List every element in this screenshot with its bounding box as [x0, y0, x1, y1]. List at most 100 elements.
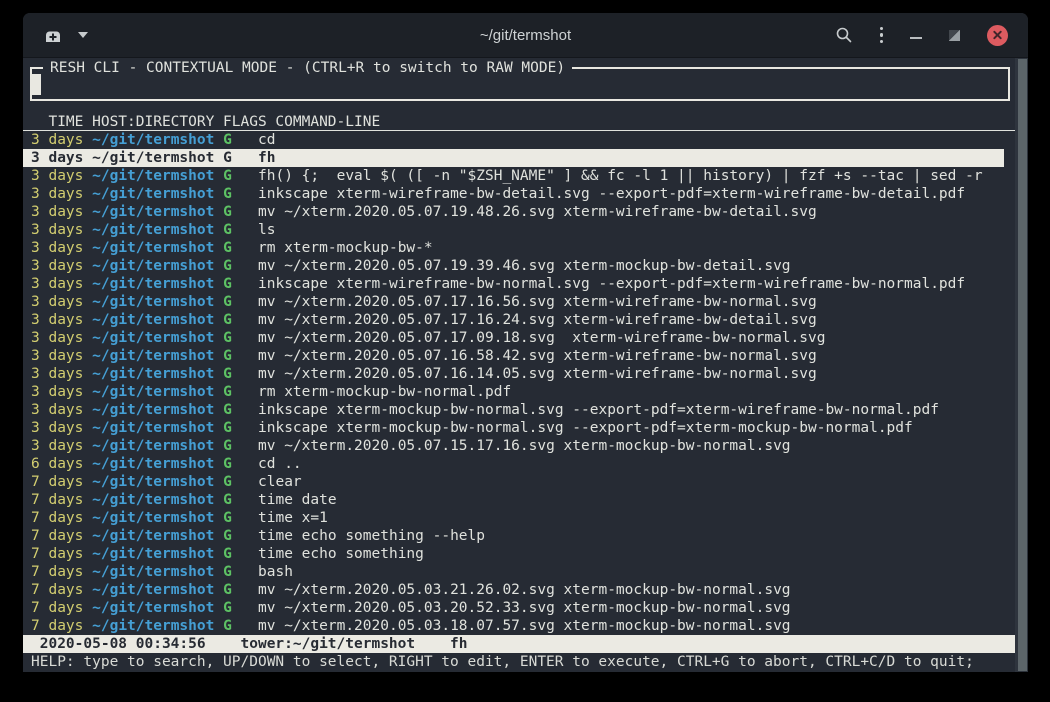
- row-time: 3 days: [31, 330, 83, 346]
- row-command: rm xterm-mockup-bw-*: [258, 240, 433, 256]
- close-button[interactable]: [987, 25, 1008, 46]
- row-time: 3 days: [31, 240, 83, 256]
- row-time: 3 days: [31, 294, 83, 310]
- history-row[interactable]: 7 days ~/git/termshot G time echo someth…: [23, 545, 1015, 563]
- row-command: inkscape xterm-wireframe-bw-detail.svg -…: [258, 186, 965, 202]
- row-flags: G: [223, 528, 232, 544]
- row-flags: G: [223, 222, 232, 238]
- row-directory: ~/git/termshot: [92, 258, 214, 274]
- history-row[interactable]: 3 days ~/git/termshot G ls: [23, 221, 1015, 239]
- minimize-button[interactable]: [910, 37, 922, 39]
- history-row[interactable]: 3 days ~/git/termshot G mv ~/xterm.2020.…: [23, 293, 1015, 311]
- row-command: rm xterm-mockup-bw-normal.pdf: [258, 384, 511, 400]
- row-command: mv ~/xterm.2020.05.03.20.52.33.svg xterm…: [258, 600, 791, 616]
- new-tab-button[interactable]: [43, 27, 63, 44]
- titlebar[interactable]: ~/git/termshot: [23, 13, 1028, 58]
- tab-dropdown-icon[interactable]: [78, 32, 88, 38]
- scrollbar[interactable]: [1015, 58, 1028, 672]
- row-command: cd ..: [258, 456, 302, 472]
- history-row[interactable]: 3 days ~/git/termshot G rm xterm-mockup-…: [23, 383, 1015, 401]
- row-flags: G: [223, 294, 232, 310]
- row-directory: ~/git/termshot: [92, 528, 214, 544]
- history-row[interactable]: 3 days ~/git/termshot G cd: [23, 131, 1015, 149]
- row-flags: G: [223, 438, 232, 454]
- row-flags: G: [223, 618, 232, 634]
- row-directory: ~/git/termshot: [92, 492, 214, 508]
- search-button[interactable]: [835, 26, 853, 44]
- history-row[interactable]: 7 days ~/git/termshot G mv ~/xterm.2020.…: [23, 599, 1015, 617]
- row-directory: ~/git/termshot: [92, 582, 214, 598]
- history-row[interactable]: 7 days ~/git/termshot G time x=1: [23, 509, 1015, 527]
- row-directory: ~/git/termshot: [92, 132, 214, 148]
- menu-kebab-icon[interactable]: [880, 25, 884, 45]
- row-command: mv ~/xterm.2020.05.07.17.09.18.svg xterm…: [258, 330, 825, 346]
- row-directory: ~/git/termshot: [92, 348, 214, 364]
- row-time: 3 days: [31, 258, 83, 274]
- history-list: 3 days ~/git/termshot G cd3 days ~/git/t…: [23, 131, 1015, 635]
- row-time: 7 days: [31, 528, 83, 544]
- row-command: time date: [258, 492, 337, 508]
- history-row[interactable]: 3 days ~/git/termshot G mv ~/xterm.2020.…: [23, 203, 1015, 221]
- history-row[interactable]: 3 days ~/git/termshot G inkscape xterm-m…: [23, 419, 1015, 437]
- history-row[interactable]: 7 days ~/git/termshot G time date: [23, 491, 1015, 509]
- search-input-box[interactable]: RESH CLI - CONTEXTUAL MODE - (CTRL+R to …: [30, 67, 1010, 101]
- scrollbar-thumb[interactable]: [1018, 59, 1027, 671]
- row-command: inkscape xterm-wireframe-bw-normal.svg -…: [258, 276, 965, 292]
- history-row[interactable]: 3 days ~/git/termshot G mv ~/xterm.2020.…: [23, 329, 1015, 347]
- row-directory: ~/git/termshot: [92, 600, 214, 616]
- history-row[interactable]: 3 days ~/git/termshot G inkscape xterm-w…: [23, 275, 1015, 293]
- row-flags: G: [223, 276, 232, 292]
- row-command: inkscape xterm-mockup-bw-normal.svg --ex…: [258, 420, 913, 436]
- row-time: 3 days: [31, 168, 83, 184]
- row-directory: ~/git/termshot: [92, 618, 214, 634]
- row-directory: ~/git/termshot: [92, 168, 214, 184]
- history-row[interactable]: 7 days ~/git/termshot G bash: [23, 563, 1015, 581]
- new-tab-icon: [43, 27, 63, 44]
- row-directory: ~/git/termshot: [92, 240, 214, 256]
- history-row[interactable]: 3 days ~/git/termshot G mv ~/xterm.2020.…: [23, 365, 1015, 383]
- row-command: bash: [258, 564, 293, 580]
- row-flags: G: [223, 582, 232, 598]
- history-row[interactable]: 7 days ~/git/termshot G time echo someth…: [23, 527, 1015, 545]
- row-command: mv ~/xterm.2020.05.07.17.16.24.svg xterm…: [258, 312, 817, 328]
- history-row[interactable]: 7 days ~/git/termshot G mv ~/xterm.2020.…: [23, 581, 1015, 599]
- row-time: 3 days: [31, 366, 83, 382]
- history-row[interactable]: 3 days ~/git/termshot G mv ~/xterm.2020.…: [23, 257, 1015, 275]
- row-directory: ~/git/termshot: [92, 546, 214, 562]
- row-time: 3 days: [31, 402, 83, 418]
- row-flags: G: [223, 204, 232, 220]
- row-flags: G: [223, 150, 232, 166]
- history-row[interactable]: 3 days ~/git/termshot G fh() {; eval $( …: [23, 167, 1015, 185]
- row-time: 7 days: [31, 492, 83, 508]
- row-directory: ~/git/termshot: [92, 438, 214, 454]
- terminal-window: ~/git/termshot RESH CLI - CONTEXTUAL MOD…: [23, 13, 1028, 672]
- row-flags: G: [223, 240, 232, 256]
- history-row[interactable]: 3 days ~/git/termshot G rm xterm-mockup-…: [23, 239, 1015, 257]
- mode-title: RESH CLI - CONTEXTUAL MODE - (CTRL+R to …: [43, 59, 572, 77]
- history-row[interactable]: 3 days ~/git/termshot G inkscape xterm-m…: [23, 401, 1015, 419]
- history-row[interactable]: 3 days ~/git/termshot G fh: [23, 149, 1004, 167]
- row-directory: ~/git/termshot: [92, 564, 214, 580]
- row-time: 6 days: [31, 456, 83, 472]
- row-command: mv ~/xterm.2020.05.07.19.39.46.svg xterm…: [258, 258, 791, 274]
- history-row[interactable]: 7 days ~/git/termshot G clear: [23, 473, 1015, 491]
- history-row[interactable]: 7 days ~/git/termshot G mv ~/xterm.2020.…: [23, 617, 1015, 635]
- row-directory: ~/git/termshot: [92, 276, 214, 292]
- row-flags: G: [223, 132, 232, 148]
- row-directory: ~/git/termshot: [92, 402, 214, 418]
- terminal-screen[interactable]: RESH CLI - CONTEXTUAL MODE - (CTRL+R to …: [23, 58, 1028, 672]
- history-row[interactable]: 3 days ~/git/termshot G inkscape xterm-w…: [23, 185, 1015, 203]
- row-flags: G: [223, 366, 232, 382]
- history-row[interactable]: 6 days ~/git/termshot G cd ..: [23, 455, 1015, 473]
- row-directory: ~/git/termshot: [92, 186, 214, 202]
- row-directory: ~/git/termshot: [92, 330, 214, 346]
- history-row[interactable]: 3 days ~/git/termshot G mv ~/xterm.2020.…: [23, 437, 1015, 455]
- history-row[interactable]: 3 days ~/git/termshot G mv ~/xterm.2020.…: [23, 311, 1015, 329]
- row-flags: G: [223, 384, 232, 400]
- restore-button[interactable]: [949, 30, 960, 41]
- history-row[interactable]: 3 days ~/git/termshot G mv ~/xterm.2020.…: [23, 347, 1015, 365]
- row-flags: G: [223, 312, 232, 328]
- row-directory: ~/git/termshot: [92, 510, 214, 526]
- row-flags: G: [223, 186, 232, 202]
- row-flags: G: [223, 492, 232, 508]
